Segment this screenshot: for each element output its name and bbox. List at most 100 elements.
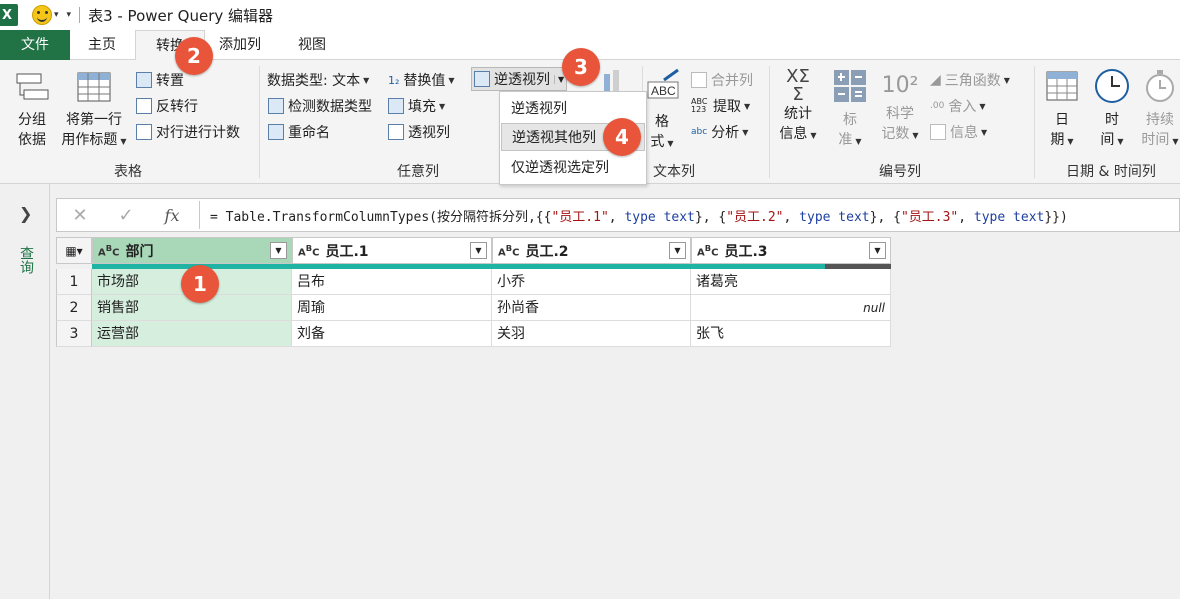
column-header-emp1[interactable]: ABC 员工.1 ▼ bbox=[292, 237, 492, 264]
formula-part: }, { bbox=[694, 209, 727, 225]
tab-view[interactable]: 视图 bbox=[286, 30, 338, 60]
divider bbox=[199, 201, 200, 229]
table-cell-null[interactable]: null bbox=[691, 295, 891, 321]
customize-toolbar-icon[interactable]: ▾ bbox=[67, 10, 72, 20]
duration-button[interactable]: 持续 时间 ▼ bbox=[1140, 68, 1180, 152]
parse-button[interactable]: abc 分析 ▼ bbox=[691, 122, 748, 142]
expand-panel-icon[interactable]: ❯ bbox=[19, 204, 32, 223]
merge-columns-label: 合并列 bbox=[711, 73, 753, 89]
rounding-button[interactable]: .00 舍入 ▼ bbox=[930, 96, 985, 116]
column-title: 员工.3 bbox=[724, 243, 768, 260]
count-rows-button[interactable]: 对行进行计数 bbox=[136, 122, 240, 142]
table-cell[interactable]: 吕布 bbox=[292, 269, 492, 295]
statistics-label-1: 统计 bbox=[784, 106, 812, 122]
table-cell[interactable]: 张飞 bbox=[691, 321, 891, 347]
filter-dropdown-icon[interactable]: ▼ bbox=[669, 242, 686, 259]
tab-home[interactable]: 主页 bbox=[74, 30, 130, 60]
queries-label[interactable]: 查询 bbox=[16, 246, 36, 274]
column-header-dept[interactable]: ABC 部门 ▼ bbox=[92, 237, 292, 264]
parse-icon: abc bbox=[691, 127, 708, 137]
standard-label-1: 标 bbox=[843, 112, 857, 128]
trigonometry-button[interactable]: ◢ 三角函数 ▼ bbox=[930, 70, 1010, 90]
filter-dropdown-icon[interactable]: ▼ bbox=[470, 242, 487, 259]
date-button[interactable]: 日 期 ▼ bbox=[1042, 68, 1082, 152]
column-header-emp2[interactable]: ABC 员工.2 ▼ bbox=[492, 237, 691, 264]
table-menu-button[interactable]: ▦▾ bbox=[56, 237, 92, 264]
information-button[interactable]: 信息 ▼ bbox=[930, 122, 987, 142]
pivot-column-button[interactable]: 透视列 bbox=[388, 122, 450, 142]
data-type-dropdown[interactable]: 数据类型: 文本 ▼ bbox=[267, 70, 369, 90]
window-title: 表3 - Power Query 编辑器 bbox=[88, 6, 274, 25]
formula-part: }}) bbox=[1044, 209, 1068, 225]
column-header-emp3[interactable]: ABC 员工.3 ▼ bbox=[691, 237, 891, 264]
row-number[interactable]: 1 bbox=[56, 269, 92, 295]
detect-type-icon bbox=[268, 98, 284, 114]
merge-columns-icon bbox=[691, 72, 707, 88]
reverse-rows-button[interactable]: 反转行 bbox=[136, 96, 198, 116]
detect-type-label: 检测数据类型 bbox=[288, 99, 372, 115]
menu-item-unpivot-selected-only[interactable]: 仅逆透视选定列 bbox=[501, 154, 645, 182]
date-label-2: 期 ▼ bbox=[1050, 132, 1074, 148]
check-icon[interactable]: ✓ bbox=[103, 205, 149, 226]
rename-button[interactable]: 重命名 bbox=[268, 122, 330, 142]
column-title: 员工.1 bbox=[325, 243, 369, 260]
use-first-row-button[interactable]: 将第一行 用作标题 ▼ bbox=[58, 70, 130, 152]
group-by-label-2: 依据 bbox=[18, 132, 46, 148]
time-label-2: 间 ▼ bbox=[1100, 132, 1124, 148]
unpivot-columns-button[interactable]: 逆透视列 ▼ bbox=[471, 67, 568, 91]
step-badge-1: 1 bbox=[181, 265, 219, 303]
transpose-button[interactable]: 转置 bbox=[136, 70, 184, 90]
use-first-row-label-2: 用作标题 ▼ bbox=[61, 132, 127, 148]
rename-label: 重命名 bbox=[288, 125, 330, 141]
transpose-label: 转置 bbox=[156, 73, 184, 89]
formula-input[interactable]: = Table.TransformColumnTypes(按分隔符拆分列,{{"… bbox=[210, 206, 1068, 225]
information-label: 信息 bbox=[950, 125, 978, 141]
detect-type-button[interactable]: 检测数据类型 bbox=[268, 96, 372, 116]
statistics-button[interactable]: XΣ Σ 统计 信息 ▼ bbox=[776, 68, 820, 146]
pivot-icon bbox=[388, 124, 404, 140]
group-by-button[interactable]: 分组 依据 bbox=[10, 70, 54, 150]
replace-values-button[interactable]: 1₂ 替换值 ▼ bbox=[388, 70, 455, 90]
chevron-down-icon[interactable]: ▾ bbox=[54, 10, 59, 20]
unpivot-dropdown-arrow[interactable]: ▼ bbox=[554, 74, 564, 84]
rounding-label: 舍入 bbox=[948, 99, 977, 115]
format-label-2: 式 ▼ bbox=[650, 134, 674, 150]
fx-icon[interactable]: fx bbox=[149, 206, 195, 225]
table-header-icon bbox=[77, 72, 111, 102]
step-badge-4: 4 bbox=[603, 118, 641, 156]
table-cell[interactable]: 孙尚香 bbox=[492, 295, 691, 321]
rename-icon bbox=[268, 124, 284, 140]
table-cell[interactable]: 运营部 bbox=[92, 321, 292, 347]
table-cell[interactable]: 关羽 bbox=[492, 321, 691, 347]
tab-add-column[interactable]: 添加列 bbox=[210, 30, 270, 60]
text-type-icon: ABC bbox=[98, 242, 120, 259]
table-cell[interactable]: 诸葛亮 bbox=[691, 269, 891, 295]
time-button[interactable]: 时 间 ▼ bbox=[1092, 68, 1132, 152]
scientific-button[interactable]: 10² 科学 记数 ▼ bbox=[878, 68, 922, 146]
smiley-feedback-icon[interactable] bbox=[32, 5, 52, 25]
divider bbox=[79, 7, 81, 23]
duration-label-1: 持续 bbox=[1146, 112, 1174, 128]
table-cell[interactable]: 刘备 bbox=[292, 321, 492, 347]
standard-button[interactable]: 标 准 ▼ bbox=[830, 68, 870, 152]
table-cell[interactable]: 小乔 bbox=[492, 269, 691, 295]
table-cell[interactable]: 周瑜 bbox=[292, 295, 492, 321]
column-title: 部门 bbox=[125, 243, 154, 260]
reverse-rows-icon bbox=[136, 98, 152, 114]
row-number[interactable]: 2 bbox=[56, 295, 92, 321]
filter-dropdown-icon[interactable]: ▼ bbox=[869, 242, 886, 259]
filter-dropdown-icon[interactable]: ▼ bbox=[270, 242, 287, 259]
unpivot-icon bbox=[474, 71, 490, 87]
trigonometry-label: 三角函数 bbox=[944, 73, 1001, 89]
fill-button[interactable]: 填充 ▼ bbox=[388, 96, 445, 116]
replace-values-icon: 1₂ bbox=[388, 73, 400, 87]
extract-button[interactable]: ABC 123 提取 ▼ bbox=[691, 96, 750, 116]
format-button[interactable]: 格 式 ▼ bbox=[648, 112, 676, 154]
formula-keyword: type text bbox=[973, 209, 1045, 225]
tab-file[interactable]: 文件 bbox=[0, 30, 70, 60]
transpose-icon bbox=[136, 72, 152, 88]
row-number[interactable]: 3 bbox=[56, 321, 92, 347]
merge-columns-button[interactable]: 合并列 bbox=[691, 70, 753, 90]
cancel-icon[interactable]: ✕ bbox=[57, 205, 103, 226]
fill-down-icon bbox=[388, 98, 404, 114]
